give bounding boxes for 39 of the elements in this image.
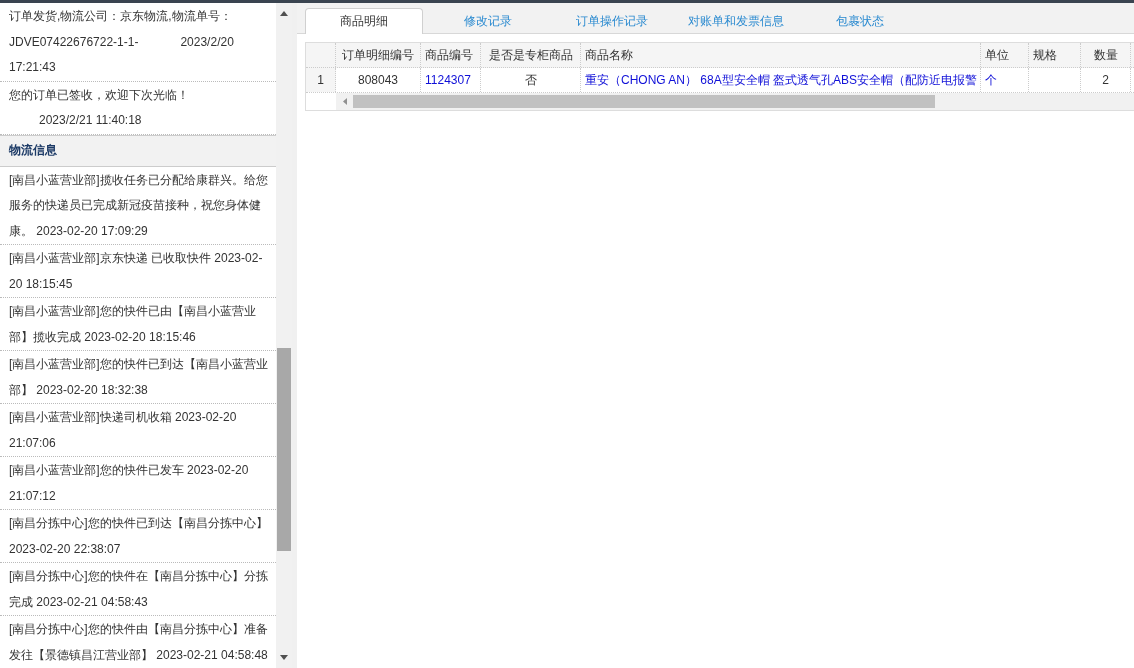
tab[interactable]: 商品明细 xyxy=(305,8,423,34)
scrollbar-thumb[interactable] xyxy=(353,95,935,108)
table-cell: 个 xyxy=(981,68,1029,92)
order-log-text: 您的订单已签收，欢迎下次光临！ xyxy=(9,86,190,104)
table-cell: 808043 xyxy=(336,68,421,92)
logistics-entry: [南昌分拣中心]您的快件在【南昌分拣中心】分拣完成 2023-02-21 04:58:43 xyxy=(9,568,269,611)
tab[interactable]: 对账单和发票信息 xyxy=(677,9,795,34)
tab[interactable]: 包裹状态 xyxy=(801,9,919,34)
logistics-entry: [南昌小蓝营业部]京东快递 已收取快件 2023-02-20 18:15:45 xyxy=(9,250,264,293)
logistics-entry: [南昌小蓝营业部]快递司机收箱 2023-02-20 21:07:06 xyxy=(9,409,238,452)
table-cell: 2 xyxy=(1081,68,1131,92)
logistics-entry: [南昌小蓝营业部]您的快件已发车 2023-02-20 21:07:12 xyxy=(9,462,250,505)
scroll-up-icon[interactable] xyxy=(280,11,288,16)
column-header: 商品名称 xyxy=(581,43,981,67)
column-header: 订单明细编号 xyxy=(336,43,421,67)
vertical-scrollbar[interactable] xyxy=(276,3,292,668)
logistics-entry: [南昌分拣中心]您的快件由【南昌分拣中心】准备发往【景德镇昌江营业部】 2023-02-21 04:58:48 xyxy=(9,621,269,664)
scroll-left-icon[interactable] xyxy=(343,98,347,105)
column-header: 商品编号 xyxy=(421,43,481,67)
horizontal-scrollbar[interactable] xyxy=(336,93,1134,110)
logistics-entry: [南昌小蓝营业部]您的快件已由【南昌小蓝营业部】揽收完成 2023-02-20 18:15:46 xyxy=(9,303,257,346)
column-header: 单位 xyxy=(981,43,1029,67)
column-header: 是否是专柜商品 xyxy=(481,43,581,67)
table-cell: 1124307 xyxy=(421,68,481,92)
logistics-entry: [南昌小蓝营业部]您的快件已到达【南昌小蓝营业部】 2023-02-20 18:32:38 xyxy=(9,356,269,399)
order-log-text: 订单发货,物流公司：京东物流,物流单号：JDVE07422676722-1-1- 2023/2/20 17:21:43 xyxy=(9,8,235,76)
column-header: 规格 xyxy=(1029,43,1081,67)
table-cell: 重安（CHONG AN） 68A型安全帽 盔式透气孔ABS安全帽（配防近电报警 xyxy=(581,68,981,92)
section-title: 物流信息 xyxy=(9,142,57,159)
scroll-down-icon[interactable] xyxy=(280,655,288,660)
tab[interactable]: 订单操作记录 xyxy=(553,9,671,34)
scrollbar-thumb[interactable] xyxy=(277,348,291,551)
logistics-entry: [南昌小蓝营业部]揽收任务已分配给康群兴。给您服务的快递员已完成新冠疫苗接种，祝您身体健康。 2023-02-20 17:09:29 xyxy=(9,171,269,240)
table-cell: 否 xyxy=(481,68,581,92)
logistics-entry: [南昌分拣中心]您的快件已到达【南昌分拣中心】 2023-02-20 22:38:07 xyxy=(9,515,269,558)
tab[interactable]: 修改记录 xyxy=(429,9,547,34)
row-number: 1 xyxy=(306,68,336,92)
column-header: 数量 xyxy=(1081,43,1131,67)
order-log-time: 2023/2/21 11:40:18 xyxy=(38,112,143,129)
